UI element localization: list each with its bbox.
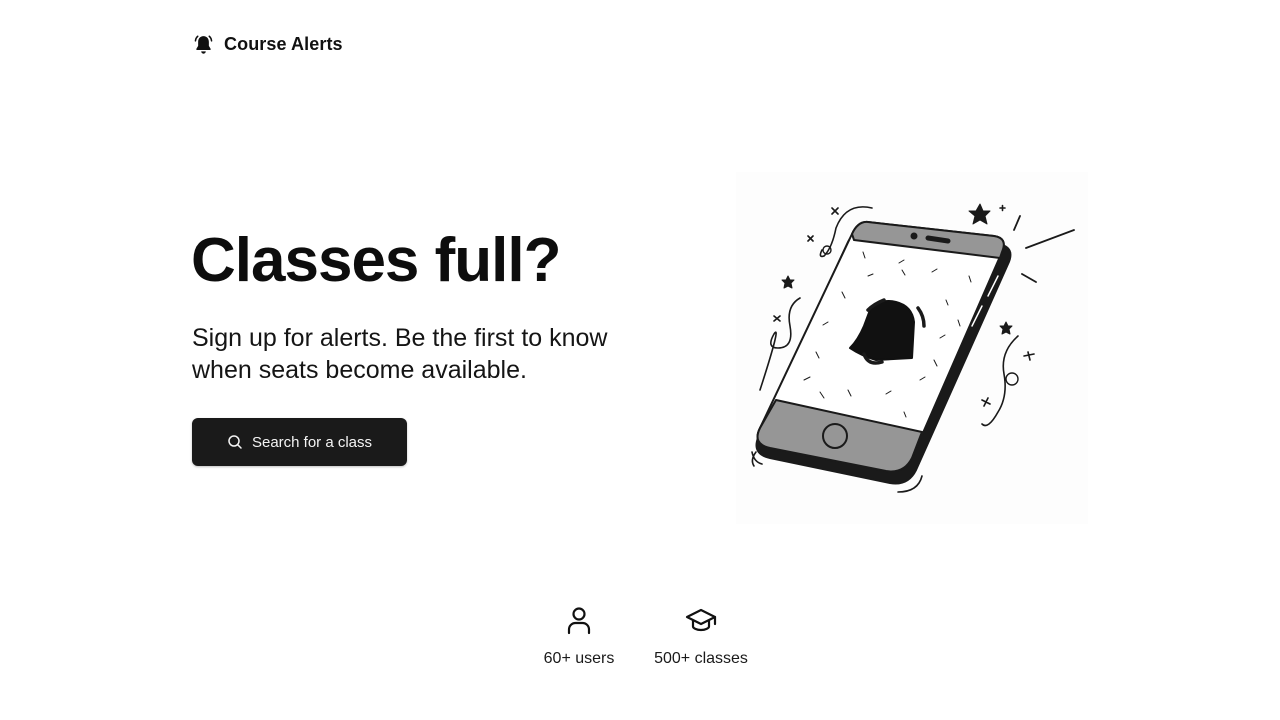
stat-users-label: 60+ users	[543, 650, 615, 667]
user-icon	[567, 607, 591, 635]
graduation-cap-icon	[685, 608, 717, 632]
search-class-button-label: Search for a class	[251, 433, 373, 451]
search-icon	[228, 435, 242, 449]
brand-link[interactable]: Course Alerts	[192, 33, 343, 56]
hero-subtitle: Sign up for alerts. Be the first to know…	[192, 324, 608, 384]
stats-row: 60+ users 500+ classes	[0, 604, 1280, 668]
landing-page: Course Alerts Classes full? Sign up for …	[0, 0, 1280, 720]
stat-classes: 500+ classes	[654, 604, 748, 668]
search-class-button[interactable]: Search for a class	[192, 418, 407, 466]
stat-users: 60+ users	[534, 604, 624, 668]
hero-title: Classes full?	[191, 226, 561, 295]
brand-name: Course Alerts	[224, 34, 343, 54]
phone-bell-illustration	[736, 172, 1088, 524]
bell-ringing-icon	[194, 35, 213, 54]
stat-classes-label: 500+ classes	[654, 650, 748, 667]
